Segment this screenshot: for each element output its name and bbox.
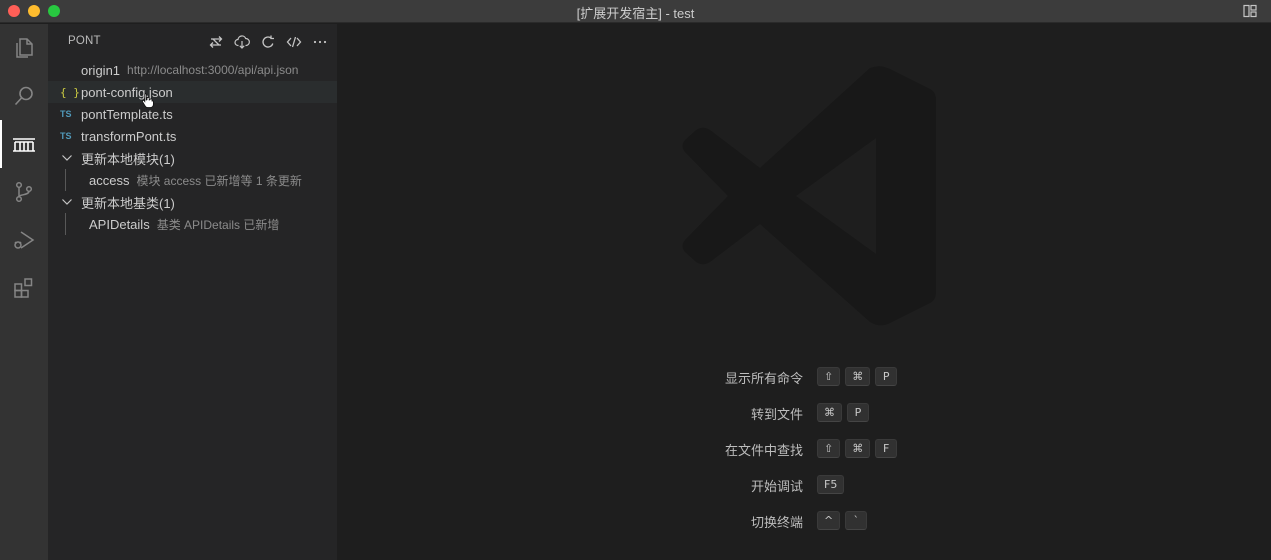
activity-search[interactable] (0, 72, 48, 120)
activity-run-debug[interactable] (0, 216, 48, 264)
switch-origin-icon (209, 36, 223, 48)
ts-icon: TS (60, 109, 72, 119)
json-icon: { } (60, 85, 80, 99)
shortcut-start-debugging[interactable]: 开始调试 F5 (337, 474, 1271, 496)
keycap: P (847, 403, 869, 422)
view-code-button[interactable] (285, 32, 303, 52)
sidebar-header: PONT (48, 24, 337, 59)
run-debug-icon (14, 231, 35, 249)
vscode-logo-icon (682, 66, 936, 326)
extensions-icon (14, 278, 33, 298)
more-icon (313, 40, 327, 44)
tree-item-label: APIDetails (89, 216, 150, 232)
tree-item-origin[interactable]: origin1 http://localhost:3000/api/api.js… (48, 59, 337, 81)
tree-item-transform-pont[interactable]: TS transformPont.ts (48, 125, 337, 147)
keycap: ⌘ (817, 403, 842, 422)
keycap: ^ (817, 511, 841, 530)
switch-origin-button[interactable] (207, 32, 225, 52)
shortcut-keys: ^ ` (817, 511, 868, 530)
search-icon (14, 86, 33, 106)
shortcut-label: 开始调试 (750, 480, 803, 495)
shortcut-label: 在文件中查找 (724, 444, 803, 459)
activity-extensions[interactable] (0, 264, 48, 312)
tree-item-pont-config[interactable]: { } pont-config.json (48, 81, 337, 103)
shortcut-keys: ⇧ ⌘ P (817, 367, 898, 386)
tree-group-update-modules[interactable]: 更新本地模块(1) (48, 147, 337, 169)
cloud-download-button[interactable] (233, 32, 251, 52)
refresh-button[interactable] (259, 32, 277, 52)
shortcut-show-all-commands[interactable]: 显示所有命令 ⇧ ⌘ P (337, 366, 1271, 388)
tree-item-label: 更新本地模块(1) (81, 151, 175, 167)
window-title: [扩展开发宿主] - test (576, 6, 695, 21)
keycap: ⇧ (817, 367, 841, 386)
tree-item-description: http://localhost:3000/api/api.json (127, 63, 299, 77)
pont-bridge-icon (13, 138, 35, 152)
keycap: P (875, 367, 898, 386)
shortcut-toggle-terminal[interactable]: 切换终端 ^ ` (337, 510, 1271, 532)
shortcut-label: 转到文件 (750, 408, 803, 423)
tree-group-update-base-classes[interactable]: 更新本地基类(1) (48, 191, 337, 213)
tree-item-label: pont-config.json (81, 84, 173, 100)
tree-item-description: 基类 APIDetails 已新增 (156, 217, 280, 232)
tree-item-label: transformPont.ts (81, 128, 177, 144)
ts-icon: TS (60, 131, 72, 141)
keycap: ⇧ (817, 439, 841, 458)
activity-bar (0, 24, 48, 560)
shortcut-label: 显示所有命令 (724, 372, 803, 387)
code-icon (286, 36, 302, 48)
activity-pont[interactable] (0, 120, 48, 168)
shortcut-go-to-file[interactable]: 转到文件 ⌘ P (337, 402, 1271, 424)
cloud-download-icon (234, 35, 250, 49)
toggle-layout-icon[interactable] (1243, 4, 1257, 18)
activity-explorer[interactable] (0, 24, 48, 72)
keycap: ` (845, 511, 868, 530)
tree-item-apidetails[interactable]: APIDetails 基类 APIDetails 已新增 (48, 213, 337, 235)
pont-sidebar: PONT origin1 http://localhost:3000/api/a… (48, 24, 337, 560)
tree-item-label: 更新本地基类(1) (81, 195, 175, 211)
indent-guide (65, 169, 66, 191)
tree-item-description: 模块 access 已新增等 1 条更新 (136, 173, 302, 188)
indent-guide (65, 213, 66, 235)
activity-source-control[interactable] (0, 168, 48, 216)
tree-item-label: access (89, 172, 130, 188)
source-control-icon (15, 181, 33, 203)
keycap: F (875, 439, 898, 458)
files-icon (16, 38, 33, 58)
shortcut-find-in-files[interactable]: 在文件中查找 ⇧ ⌘ F (337, 438, 1271, 460)
keycap: ⌘ (845, 367, 871, 386)
shortcut-keys: F5 (817, 475, 845, 494)
hand-cursor-icon (142, 93, 154, 108)
more-actions-button[interactable] (311, 32, 329, 52)
sidebar-title: PONT (68, 35, 101, 47)
shortcut-keys: ⌘ P (817, 403, 869, 422)
shortcut-label: 切换终端 (750, 516, 803, 531)
shortcut-keys: ⇧ ⌘ F (817, 439, 898, 458)
tree-item-access[interactable]: access 模块 access 已新增等 1 条更新 (48, 169, 337, 191)
editor-area[interactable]: 显示所有命令 ⇧ ⌘ P 转到文件 ⌘ P 在文件中查找 ⇧ ⌘ F 开始调试 (337, 24, 1271, 560)
tree-item-label: origin1 (81, 62, 121, 78)
chevron-down-icon[interactable] (61, 152, 73, 164)
tree-item-pont-template[interactable]: TS pontTemplate.ts (48, 103, 337, 125)
keycap: ⌘ (845, 439, 871, 458)
pont-tree: origin1 http://localhost:3000/api/api.js… (48, 59, 337, 235)
refresh-icon (262, 35, 274, 48)
keycap: F5 (817, 475, 845, 494)
title-bar: [扩展开发宿主] - test (0, 0, 1271, 23)
sidebar-actions (207, 32, 329, 52)
chevron-down-icon[interactable] (61, 196, 73, 208)
tree-item-label: pontTemplate.ts (81, 106, 173, 122)
